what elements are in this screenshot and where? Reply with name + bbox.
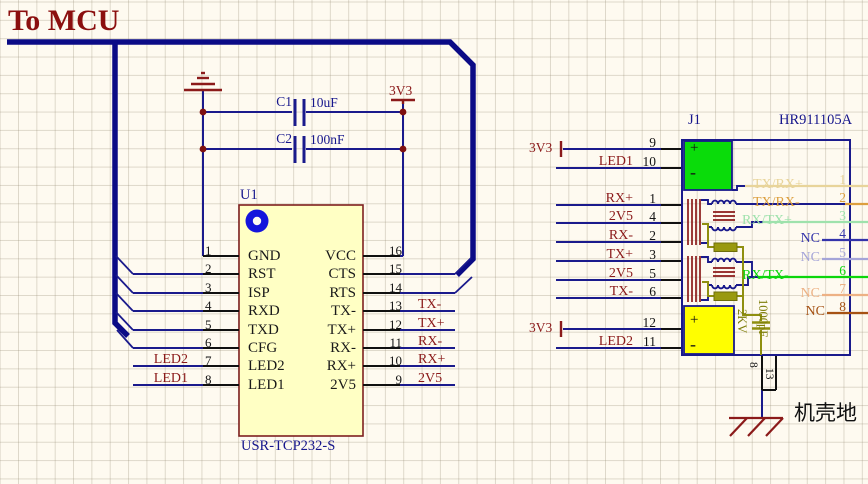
j1-pin-num-11: 11 <box>616 335 656 349</box>
j1-rj45-num-6: 6 <box>816 264 846 278</box>
u1-pin-num-13: 13 <box>368 299 402 313</box>
j1-pin-num-2: 2 <box>616 229 656 243</box>
hv-cap-rating[interactable]: 2KV <box>735 309 748 333</box>
net-label-rx-minus[interactable]: RX- <box>418 335 442 350</box>
u1-pin-name-vcc: VCC <box>300 249 356 265</box>
net-label-2v5[interactable]: 2V5 <box>418 372 442 387</box>
j1-resistor-2 <box>714 292 737 301</box>
c2-designator[interactable]: C2 <box>268 132 292 146</box>
u1-donut-hole <box>253 217 261 225</box>
u1-pin-name-txp: TX+ <box>300 323 356 339</box>
green-led-plus: + <box>690 141 698 157</box>
j1-pin-num-4: 4 <box>616 210 656 224</box>
u1-pin-num-8: 8 <box>205 373 212 387</box>
u1-pin-name-isp: ISP <box>248 286 270 302</box>
u1-pin-num-16: 16 <box>368 244 402 258</box>
net-label-tx-minus[interactable]: TX- <box>418 298 441 313</box>
c2-value[interactable]: 100nF <box>310 133 345 147</box>
j1-rj45-num-3: 3 <box>816 209 846 223</box>
u1-pin-name-rts: RTS <box>300 286 356 302</box>
j1-pin-num-9: 9 <box>616 136 656 150</box>
j1-label-nc-5[interactable]: NC <box>790 251 820 266</box>
wires[interactable] <box>133 90 762 417</box>
j1-label-txrx-plus[interactable]: TX/RX+ <box>753 178 803 193</box>
earth-ground-symbol[interactable] <box>184 73 222 90</box>
u1-pin-name-led1: LED1 <box>248 378 285 394</box>
schematic-canvas[interactable]: To MCU U1 USR-TCP232-S GND RST ISP RXD T… <box>0 0 868 484</box>
u1-pin-name-2v5: 2V5 <box>300 378 356 394</box>
u1-pin-num-5: 5 <box>205 318 212 332</box>
j1-label-nc-7[interactable]: NC <box>790 287 820 302</box>
u1-pin-num-14: 14 <box>368 281 402 295</box>
j1-pin-num-10: 10 <box>616 155 656 169</box>
u1-pin-num-7: 7 <box>205 354 212 368</box>
capacitor-c1[interactable] <box>295 99 304 126</box>
power-label-3v3-j1b[interactable]: 3V3 <box>529 321 552 335</box>
sheet-title: To MCU <box>8 5 119 37</box>
u1-pin-name-cfg: CFG <box>248 341 277 357</box>
j1-resistor-1 <box>714 243 737 252</box>
u1-pin-num-11: 11 <box>368 336 402 350</box>
u1-pin-num-1: 1 <box>205 244 212 258</box>
u1-pin-num-2: 2 <box>205 262 212 276</box>
j1-rj45-num-2: 2 <box>816 191 846 205</box>
j1-pin-num-5: 5 <box>616 267 656 281</box>
green-led-minus: - <box>690 163 696 182</box>
u1-pin-num-6: 6 <box>205 336 212 350</box>
j1-shield-pin-b: 13 <box>763 368 775 380</box>
net-label-led2[interactable]: LED2 <box>148 353 188 368</box>
u1-comment[interactable]: USR-TCP232-S <box>241 439 335 454</box>
u1-pin-num-4: 4 <box>205 299 212 313</box>
u1-pin-name-rst: RST <box>248 267 276 283</box>
j1-label-rxtx-minus[interactable]: RX/TX- <box>742 269 789 284</box>
u1-pin-num-10: 10 <box>368 354 402 368</box>
u1-pin-name-gnd: GND <box>248 249 281 265</box>
net-label-rx-plus[interactable]: RX+ <box>418 353 445 368</box>
u1-pin-name-rxm: RX- <box>300 341 356 357</box>
yellow-led-minus: - <box>690 335 696 354</box>
u1-pin-name-led2: LED2 <box>248 359 285 375</box>
c1-designator[interactable]: C1 <box>268 95 292 109</box>
chassis-ground-label: 机壳地 <box>794 402 857 424</box>
u1-designator[interactable]: U1 <box>240 188 258 203</box>
u1-pin-name-rxd: RXD <box>248 304 280 320</box>
j1-rj45-num-5: 5 <box>816 246 846 260</box>
power-label-3v3-j1a[interactable]: 3V3 <box>529 141 552 155</box>
j1-rj45-num-1: 1 <box>816 173 846 187</box>
c1-value[interactable]: 10uF <box>310 96 338 110</box>
power-bar-3v3-top[interactable] <box>391 100 415 104</box>
u1-pin-name-cts: CTS <box>300 267 356 283</box>
u1-pin-name-txm: TX- <box>300 304 356 320</box>
j1-comment[interactable]: HR911105A <box>779 113 852 128</box>
net-label-led1[interactable]: LED1 <box>148 372 188 387</box>
j1-designator[interactable]: J1 <box>688 113 701 128</box>
j1-label-txrx-minus[interactable]: TX/RX- <box>753 196 800 211</box>
u1-pin-num-9: 9 <box>368 373 402 387</box>
capacitor-c2[interactable] <box>295 136 304 163</box>
yellow-led-plus: + <box>690 313 698 329</box>
j1-label-nc-4[interactable]: NC <box>790 232 820 247</box>
u1-pin-name-txd: TXD <box>248 323 279 339</box>
net-label-tx-plus[interactable]: TX+ <box>418 317 445 332</box>
j1-label-nc-8[interactable]: NC <box>795 305 825 320</box>
u1-pin-num-15: 15 <box>368 262 402 276</box>
u1-pin-name-rxp: RX+ <box>300 359 356 375</box>
j1-label-rxtx-plus[interactable]: RX/TX+ <box>742 214 792 229</box>
j1-shield-pin-a: 8 <box>747 362 759 368</box>
schematic-graphics <box>0 0 868 484</box>
power-label-3v3-top[interactable]: 3V3 <box>389 84 412 98</box>
j1-pin-num-1: 1 <box>616 192 656 206</box>
u1-component-body[interactable] <box>239 205 363 436</box>
j1-rj45-num-4: 4 <box>816 227 846 241</box>
hv-cap-value[interactable]: 1000pF <box>756 299 769 337</box>
j1-pin-num-12: 12 <box>616 316 656 330</box>
u1-pin-num-3: 3 <box>205 281 212 295</box>
j1-rj45-num-7: 7 <box>816 282 846 296</box>
j1-pin-num-3: 3 <box>616 248 656 262</box>
u1-pin-num-12: 12 <box>368 318 402 332</box>
chassis-ground-symbol[interactable] <box>729 418 783 436</box>
j1-pin-num-6: 6 <box>616 285 656 299</box>
